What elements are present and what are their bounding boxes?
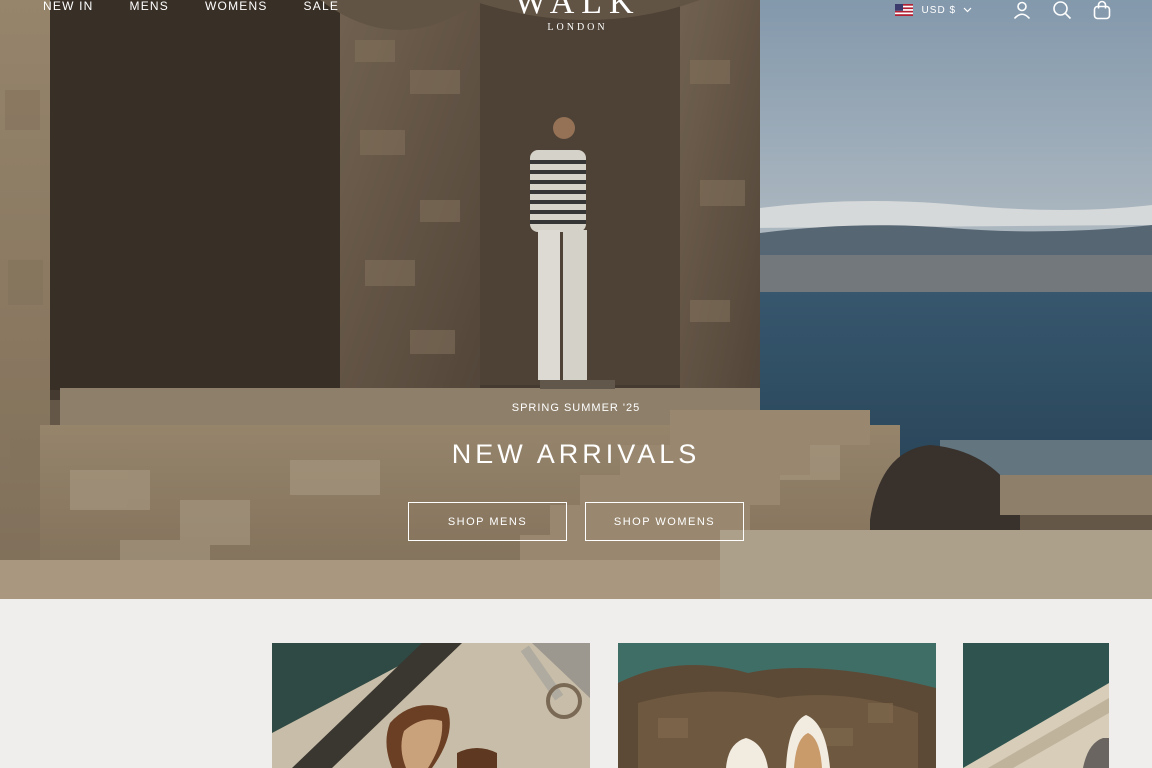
product-image (963, 643, 1109, 768)
hero-cta-group: SHOP MENS SHOP WOMENS (408, 502, 744, 541)
currency-label: USD $ (921, 4, 956, 16)
search-icon[interactable] (1052, 0, 1072, 20)
cart-icon[interactable] (1092, 0, 1112, 20)
nav-womens[interactable]: WOMENS (205, 0, 268, 14)
chevron-down-icon (963, 7, 972, 13)
currency-selector[interactable]: USD $ (894, 4, 972, 16)
product-tile[interactable] (272, 643, 590, 768)
shop-womens-button[interactable]: SHOP WOMENS (585, 502, 744, 541)
product-image (272, 643, 590, 768)
us-flag-icon (894, 4, 913, 16)
logo-subtitle: LONDON (547, 22, 608, 33)
account-icon[interactable] (1012, 0, 1032, 20)
hero-banner[interactable]: NEW IN MENS WOMENS SALE WALK LONDON USD … (0, 0, 1152, 599)
brand-logo[interactable]: WALK LONDON (505, 0, 650, 33)
hero-eyebrow: SPRING SUMMER '25 (511, 402, 641, 414)
main-nav: NEW IN MENS WOMENS SALE (43, 0, 375, 14)
nav-sale[interactable]: SALE (304, 0, 340, 14)
logo-wordmark: WALK (514, 0, 641, 21)
nav-new-in[interactable]: NEW IN (43, 0, 94, 14)
product-image (618, 643, 936, 768)
hero-headline: NEW ARRIVALS (451, 439, 701, 469)
product-tile[interactable] (618, 643, 936, 768)
nav-mens[interactable]: MENS (130, 0, 169, 14)
shop-mens-button[interactable]: SHOP MENS (408, 502, 567, 541)
utility-nav: USD $ (894, 0, 1112, 20)
product-tile[interactable] (963, 643, 1109, 768)
